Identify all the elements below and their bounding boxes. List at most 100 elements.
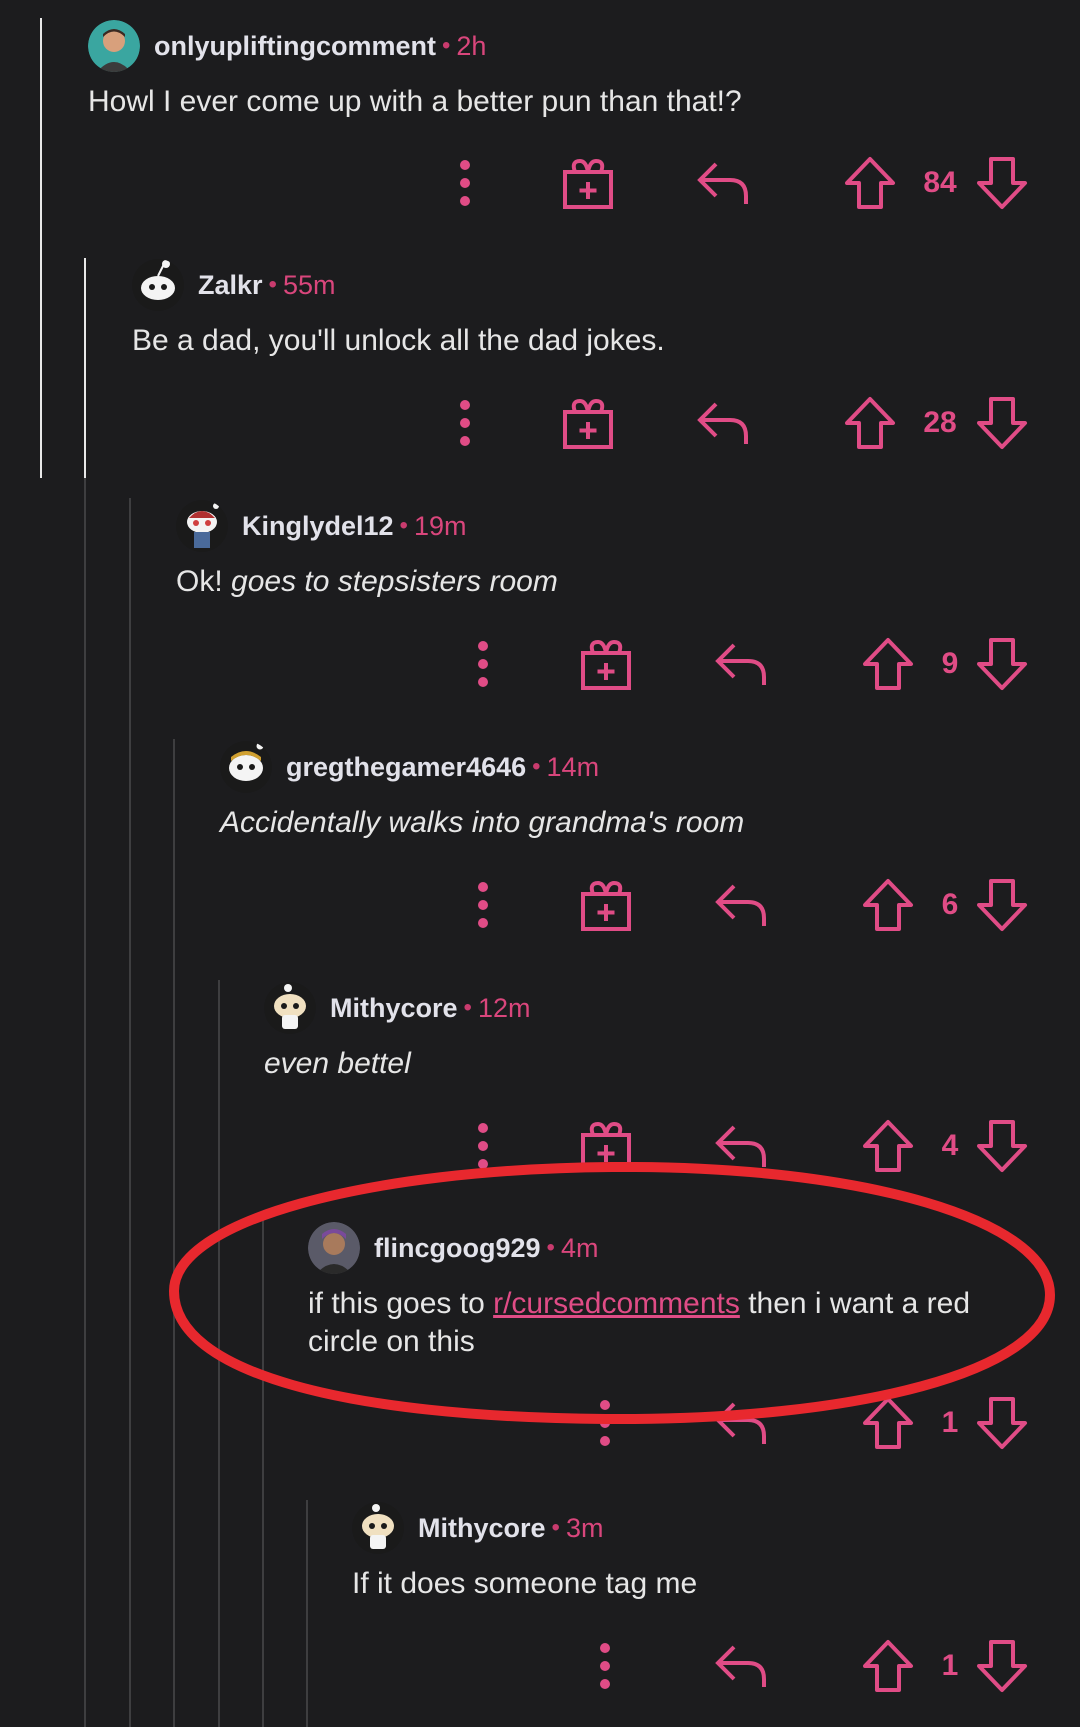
more-options-button[interactable] (458, 870, 508, 940)
username[interactable]: Mithycore (330, 993, 458, 1024)
more-options-button[interactable] (580, 1388, 630, 1458)
more-options-button[interactable] (458, 1111, 508, 1181)
thread-line[interactable] (306, 1500, 308, 1727)
comment-actions: 28 (132, 388, 1080, 458)
separator: • (463, 994, 472, 1021)
thread-line[interactable] (84, 258, 86, 478)
comment-body: If it does someone tag me (352, 1567, 698, 1600)
upvote-arrow-icon (863, 1397, 913, 1449)
comment-header: flincgoog929 • 4m (308, 1222, 598, 1274)
reply-button[interactable] (714, 1111, 770, 1181)
downvote-button[interactable] (976, 388, 1028, 458)
username[interactable]: Mithycore (418, 1513, 546, 1544)
comment-body: Accidentally walks into grandma's room (220, 806, 745, 839)
reply-button[interactable] (714, 870, 770, 940)
upvote-button[interactable] (862, 1388, 914, 1458)
reply-icon (715, 1125, 766, 1167)
downvote-arrow-icon (977, 638, 1027, 690)
comment-body: Ok! goes to stepsisters room (176, 563, 558, 601)
award-button[interactable] (560, 148, 616, 218)
more-options-button[interactable] (458, 629, 508, 699)
thread-line[interactable] (218, 980, 220, 1727)
downvote-arrow-icon (977, 1397, 1027, 1449)
reply-icon (697, 162, 748, 204)
upvote-button[interactable] (862, 1631, 914, 1701)
upvote-button[interactable] (862, 870, 914, 940)
gift-icon (563, 158, 613, 209)
award-button[interactable] (578, 870, 634, 940)
downvote-button[interactable] (976, 1388, 1028, 1458)
separator: • (532, 753, 541, 780)
separator: • (441, 32, 451, 59)
reply-button[interactable] (696, 148, 752, 218)
comment: Kinglydel12 • 19m Ok! goes to stepsister… (176, 500, 1080, 700)
user-photo-avatar[interactable] (308, 1222, 360, 1274)
reply-button[interactable] (714, 1388, 770, 1458)
snoo-avatar[interactable] (352, 1502, 404, 1554)
upvote-button[interactable] (844, 388, 896, 458)
comment: flincgoog929 • 4m if this goes to r/curs… (308, 1222, 1080, 1462)
upvote-arrow-icon (845, 157, 895, 209)
thread-line[interactable] (262, 1220, 264, 1727)
username[interactable]: Zalkr (198, 270, 263, 301)
downvote-button[interactable] (976, 1111, 1028, 1181)
downvote-button[interactable] (976, 1631, 1028, 1701)
downvote-button[interactable] (976, 148, 1028, 218)
thread-line[interactable] (40, 18, 42, 478)
timestamp: 4m (560, 1232, 599, 1263)
snoo-avatar[interactable] (132, 259, 184, 311)
separator: • (551, 1514, 560, 1541)
upvote-button[interactable] (862, 629, 914, 699)
thread-line[interactable] (84, 478, 86, 1727)
separator: • (399, 512, 408, 539)
more-options-button[interactable] (580, 1631, 630, 1701)
more-options-button[interactable] (440, 388, 490, 458)
vote-score: 28 (923, 406, 957, 439)
subreddit-link[interactable]: r/cursedcomments (493, 1287, 740, 1320)
upvote-button[interactable] (844, 148, 896, 218)
vote-score: 4 (941, 1129, 959, 1162)
comment-actions: 6 (220, 870, 1080, 940)
user-photo-avatar[interactable] (88, 20, 140, 72)
reply-button[interactable] (714, 1631, 770, 1701)
username[interactable]: Kinglydel12 (242, 511, 394, 542)
username[interactable]: onlyupliftingcomment (154, 31, 436, 62)
snoo-avatar[interactable] (220, 741, 272, 793)
comment-body: Be a dad, you'll unlock all the dad joke… (132, 324, 665, 357)
upvote-arrow-icon (863, 879, 913, 931)
more-options-button[interactable] (440, 148, 490, 218)
reply-icon (715, 1402, 766, 1444)
snoo-avatar[interactable] (176, 500, 228, 552)
comment-actions: 9 (176, 629, 1080, 699)
more-vertical-icon (460, 400, 470, 446)
reply-button[interactable] (714, 629, 770, 699)
vote-score: 1 (941, 1406, 959, 1439)
downvote-arrow-icon (977, 397, 1027, 449)
award-button[interactable] (578, 629, 634, 699)
snoo-avatar[interactable] (264, 982, 316, 1034)
award-button[interactable] (560, 388, 616, 458)
upvote-arrow-icon (863, 1640, 913, 1692)
upvote-arrow-icon (845, 397, 895, 449)
username[interactable]: flincgoog929 (374, 1233, 541, 1264)
comment-body: Howl I ever come up with a better pun th… (88, 85, 742, 118)
upvote-button[interactable] (862, 1111, 914, 1181)
reply-icon (715, 884, 766, 926)
downvote-button[interactable] (976, 629, 1028, 699)
thread-line[interactable] (129, 498, 131, 1727)
comment: onlyupliftingcomment • 2h Howl I ever co… (88, 20, 1080, 220)
vote-score: 9 (941, 647, 959, 680)
comment: gregthegamer4646 • 14m Accidentally walk… (220, 741, 1080, 941)
username[interactable]: gregthegamer4646 (286, 752, 526, 783)
downvote-arrow-icon (977, 157, 1027, 209)
thread-line[interactable] (173, 739, 175, 1727)
reply-icon (715, 643, 766, 685)
comment-body: even bettel (264, 1047, 411, 1080)
downvote-button[interactable] (976, 870, 1028, 940)
timestamp: 55m (282, 269, 336, 300)
more-vertical-icon (478, 641, 488, 687)
reply-button[interactable] (696, 388, 752, 458)
gift-icon (563, 398, 613, 449)
timestamp: 19m (413, 510, 467, 541)
award-button[interactable] (578, 1111, 634, 1181)
